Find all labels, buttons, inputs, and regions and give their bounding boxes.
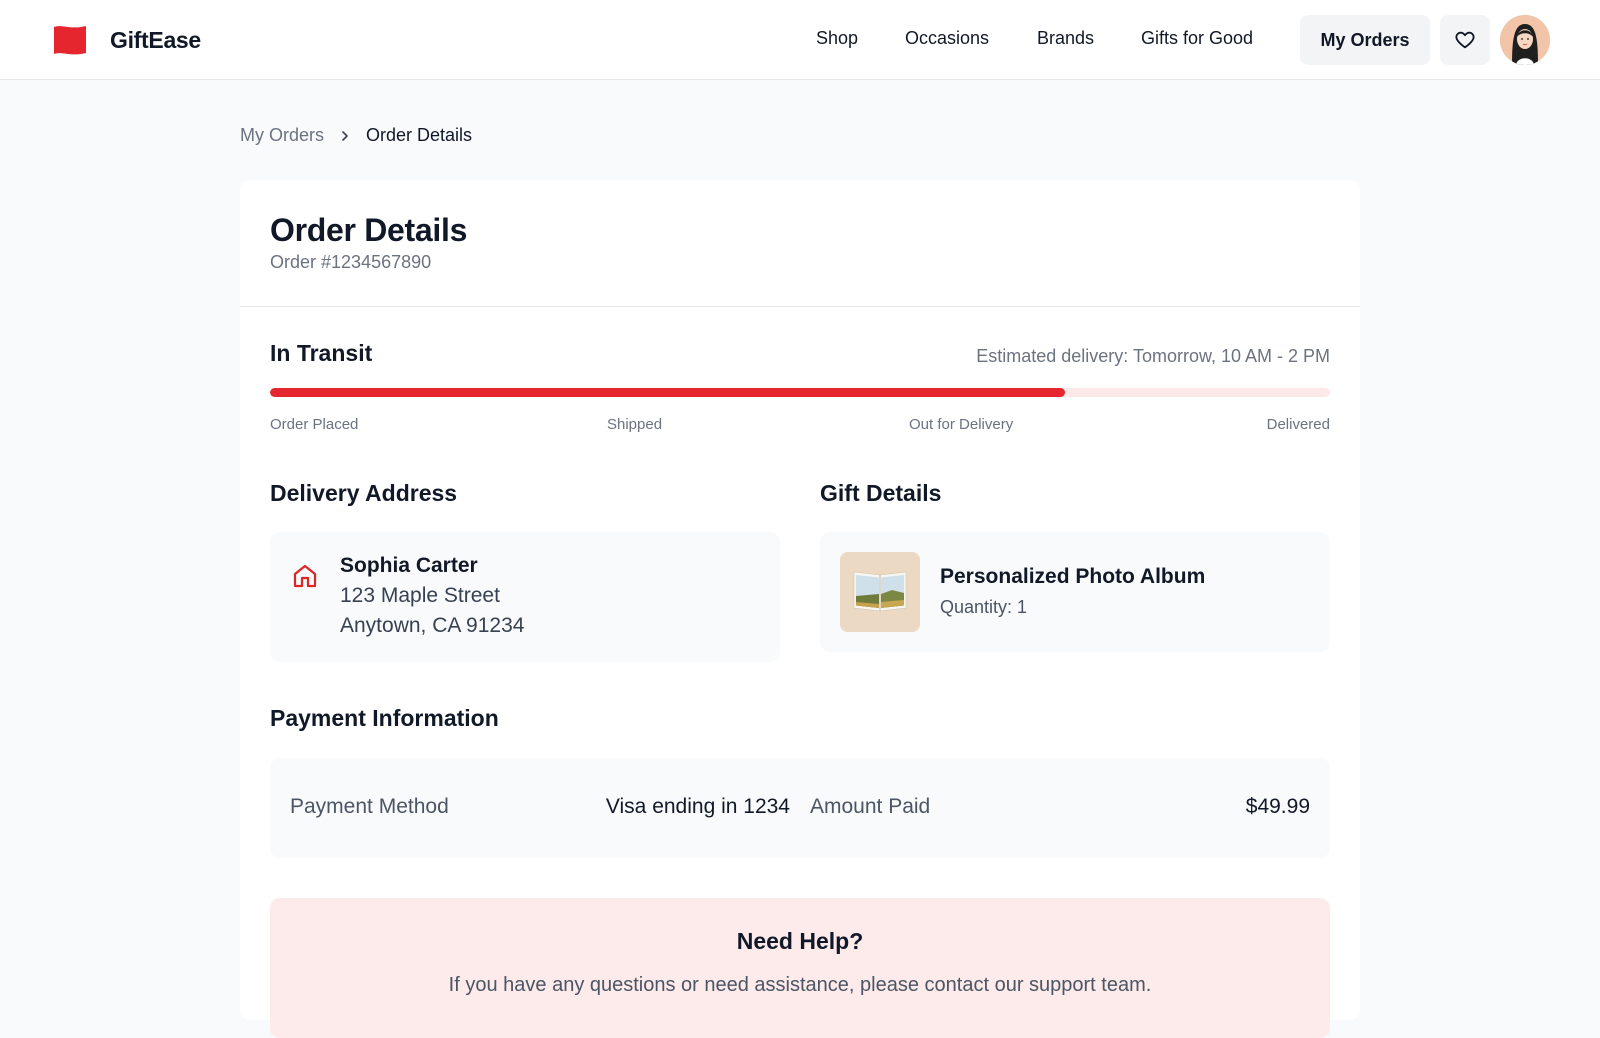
wishlist-button[interactable]: [1440, 15, 1490, 65]
payment-information-heading: Payment Information: [270, 705, 499, 731]
gift-quantity: Quantity: 1: [940, 597, 1028, 617]
breadcrumb-current: Order Details: [366, 125, 473, 145]
need-help-panel: Need Help? If you have any questions or …: [270, 898, 1330, 1038]
estimated-delivery: Estimated delivery: Tomorrow, 10 AM - 2 …: [976, 346, 1330, 366]
order-status: In Transit: [270, 340, 373, 366]
address-line-1: 123 Maple Street: [340, 584, 500, 607]
order-details-card: Order Details Order #1234567890 In Trans…: [240, 180, 1360, 1038]
heart-icon: [1455, 31, 1475, 49]
payment-method-label: Payment Method: [290, 795, 449, 818]
step-order-placed: Order Placed: [270, 416, 359, 433]
amount-paid-label: Amount Paid: [810, 795, 931, 818]
step-delivered: Delivered: [1266, 416, 1330, 433]
need-help-text: If you have any questions or need assist…: [448, 974, 1152, 996]
flag-icon: [54, 26, 86, 55]
breadcrumb: My Orders Order Details: [240, 125, 472, 146]
chevron-right-icon: [342, 130, 348, 141]
step-shipped: Shipped: [607, 416, 663, 433]
recipient-name: Sophia Carter: [340, 554, 478, 577]
delivery-address-box: Sophia Carter 123 Maple Street Anytown, …: [270, 532, 780, 662]
photo-album-thumbnail: [840, 552, 920, 632]
my-orders-button[interactable]: My Orders: [1300, 15, 1430, 65]
brand-logo[interactable]: GiftEase: [52, 22, 201, 58]
avatar-illustration: [1500, 15, 1550, 65]
page-title: Order Details: [270, 212, 468, 248]
gift-name[interactable]: Personalized Photo Album: [940, 565, 1205, 589]
user-avatar[interactable]: [1500, 15, 1550, 65]
home-icon: [293, 564, 317, 588]
delivery-progress-fill: [270, 388, 1065, 397]
nav-link-shop[interactable]: Shop: [816, 28, 858, 49]
address-line-2: Anytown, CA 91234: [340, 614, 525, 637]
payment-method-value: Visa ending in 1234: [605, 795, 790, 818]
photo-album-image[interactable]: [840, 552, 920, 632]
nav-link-gifts-for-good[interactable]: Gifts for Good: [1141, 28, 1253, 49]
gift-details-box: Personalized Photo Album Quantity: 1: [820, 532, 1330, 652]
top-header: GiftEase Shop Occasions Brands Gifts for…: [0, 0, 1600, 80]
payment-information-box: Payment Method Visa ending in 1234 Amoun…: [270, 758, 1330, 858]
card-header: Order Details Order #1234567890: [240, 180, 1360, 307]
gift-details-heading: Gift Details: [820, 480, 942, 506]
breadcrumb-my-orders[interactable]: My Orders: [240, 125, 324, 146]
amount-paid-value: $49.99: [1245, 795, 1310, 818]
need-help-title: Need Help?: [736, 928, 864, 954]
nav-link-occasions[interactable]: Occasions: [905, 28, 989, 49]
nav-link-brands[interactable]: Brands: [1037, 28, 1094, 49]
delivery-address-heading: Delivery Address: [270, 480, 458, 506]
step-out-for-delivery: Out for Delivery: [909, 416, 1014, 433]
order-number: Order #1234567890: [270, 252, 432, 272]
delivery-progress-bar: [270, 388, 1330, 397]
brand-name: GiftEase: [110, 27, 201, 53]
